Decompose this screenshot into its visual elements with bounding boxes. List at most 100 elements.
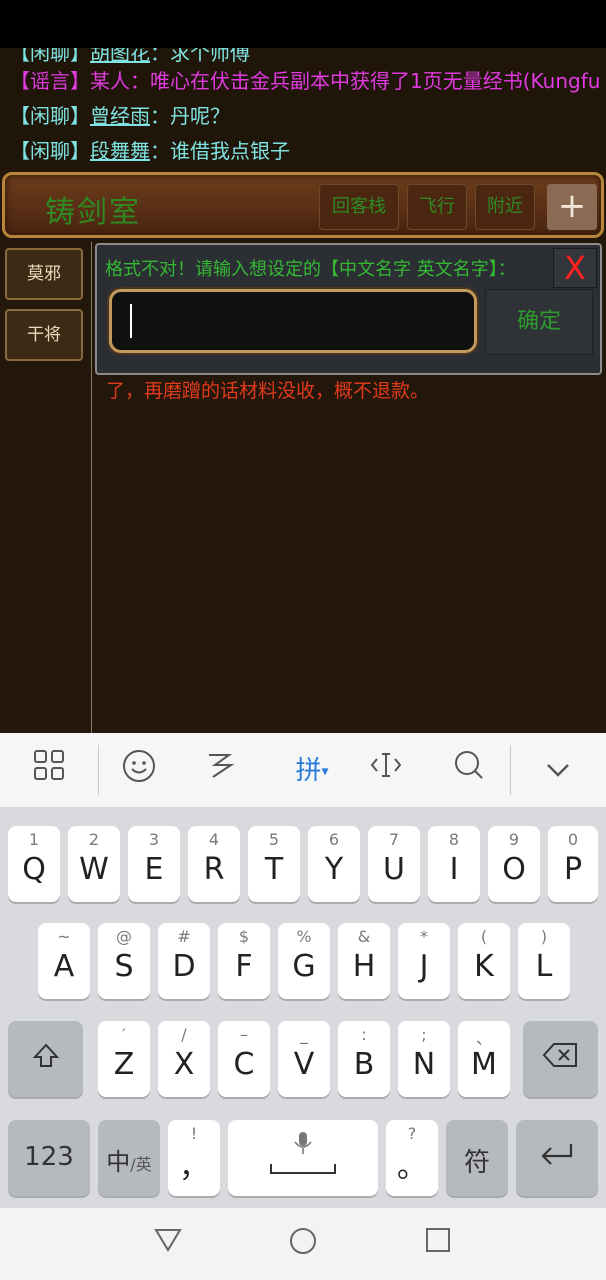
chat-line: 【闲聊】段舞舞：谁借我点银子 bbox=[10, 134, 290, 168]
key-label: B bbox=[353, 1047, 375, 1082]
handwriting-icon[interactable] bbox=[199, 749, 243, 793]
key-k[interactable]: (K bbox=[458, 923, 510, 999]
key-label: A bbox=[53, 949, 75, 984]
key-b[interactable]: :B bbox=[338, 1021, 390, 1097]
key-d[interactable]: # D bbox=[158, 923, 210, 999]
dialog-message: 格式不对！请输入想设定的【中文名字 英文名字】： bbox=[105, 259, 516, 280]
key-label: O bbox=[502, 852, 526, 887]
key-label: Q bbox=[22, 852, 46, 887]
key-x[interactable]: / X bbox=[158, 1021, 210, 1097]
symbol-key[interactable]: 符 bbox=[446, 1120, 508, 1196]
chat-line: 【谣言】某人：唯心在伏击金兵副本中获得了1页无量经书(Kungfu bbox=[10, 64, 600, 98]
collapse-keyboard-icon[interactable] bbox=[536, 749, 580, 793]
toolbar-divider bbox=[98, 745, 99, 795]
space-bar-icon bbox=[270, 1164, 336, 1174]
key-label: K bbox=[474, 949, 494, 984]
key-r[interactable]: 4R bbox=[188, 826, 240, 902]
chat-username[interactable]: 曾经雨 bbox=[90, 104, 150, 128]
chat-log: 【闲聊】 胡图花：求个师傅 【谣言】某人：唯心在伏击金兵副本中获得了1页无量经书(… bbox=[0, 48, 606, 170]
key-hint: 4 bbox=[208, 830, 220, 849]
chat-message: ：求个师傅 bbox=[150, 48, 250, 65]
numbers-key[interactable]: 123 bbox=[8, 1120, 90, 1196]
key-l[interactable]: ) L bbox=[518, 923, 570, 999]
npc-button-ganjiang[interactable]: 干将 bbox=[5, 309, 83, 361]
key-hint: 5 bbox=[268, 830, 280, 849]
language-switch-key[interactable]: 中/英 bbox=[98, 1120, 160, 1196]
nearby-button[interactable]: 附近 bbox=[475, 184, 535, 230]
key-c[interactable]: – C bbox=[218, 1021, 270, 1097]
key-i[interactable]: 8I bbox=[428, 826, 480, 902]
key-label: Z bbox=[113, 1047, 135, 1082]
dropdown-icon: ▾ bbox=[321, 763, 329, 780]
key-m[interactable]: 、 M bbox=[458, 1021, 510, 1097]
key-h[interactable]: & H bbox=[338, 923, 390, 999]
close-button[interactable]: X bbox=[553, 248, 597, 288]
key-hint: _ bbox=[300, 1025, 308, 1044]
search-icon[interactable] bbox=[447, 749, 491, 793]
enter-key[interactable] bbox=[516, 1120, 598, 1196]
home-nav-icon[interactable] bbox=[283, 1226, 323, 1262]
key-z[interactable]: ′ Z bbox=[98, 1021, 150, 1097]
key-hint: ! bbox=[190, 1124, 198, 1143]
key-u[interactable]: 7U bbox=[368, 826, 420, 902]
keyboard-toolbar: 拼▾ bbox=[0, 733, 606, 807]
chat-line: 【闲聊】曾经雨：丹呢？ bbox=[10, 99, 230, 133]
key-q[interactable]: 1Q bbox=[8, 826, 60, 902]
comma-key[interactable]: !， bbox=[168, 1120, 220, 1196]
key-s[interactable]: @ S bbox=[98, 923, 150, 999]
key-hint: 8 bbox=[448, 830, 460, 849]
pinyin-mode-icon[interactable]: 拼▾ bbox=[288, 749, 336, 793]
key-hint: ~ bbox=[57, 927, 71, 946]
shift-key[interactable] bbox=[8, 1021, 83, 1097]
lang-sub-label: /英 bbox=[130, 1155, 152, 1174]
key-hint: 7 bbox=[388, 830, 400, 849]
confirm-button[interactable]: 确定 bbox=[485, 289, 593, 355]
key-j[interactable]: * J bbox=[398, 923, 450, 999]
chat-username[interactable]: 胡图花 bbox=[90, 48, 150, 65]
chat-channel-tag: 【闲聊】 bbox=[10, 104, 90, 128]
key-y[interactable]: 6Y bbox=[308, 826, 360, 902]
room-title: 铸剑室 bbox=[45, 195, 141, 230]
period-key[interactable]: ?。 bbox=[386, 1120, 438, 1196]
key-hint: @ bbox=[116, 927, 132, 946]
cursor-move-icon[interactable] bbox=[364, 749, 408, 793]
key-hint: $ bbox=[238, 927, 250, 946]
emoji-icon[interactable] bbox=[117, 749, 161, 793]
key-g[interactable]: % G bbox=[278, 923, 330, 999]
key-label: C bbox=[233, 1047, 255, 1082]
key-label: ， bbox=[179, 1150, 209, 1185]
recents-nav-icon[interactable] bbox=[418, 1226, 458, 1262]
plus-button[interactable]: + bbox=[547, 184, 597, 230]
key-p[interactable]: 0P bbox=[548, 826, 598, 902]
grid-menu-icon[interactable] bbox=[27, 749, 71, 793]
key-v[interactable]: _ V bbox=[278, 1021, 330, 1097]
key-f[interactable]: $ F bbox=[218, 923, 270, 999]
key-label: 中/英 bbox=[98, 1142, 160, 1177]
backspace-key[interactable] bbox=[523, 1021, 598, 1097]
name-input-frame bbox=[109, 289, 477, 353]
key-a[interactable]: ~ A bbox=[38, 923, 90, 999]
chat-message: ：唯心在伏击金兵副本中获得了1页无量经书(Kungfu bbox=[130, 69, 601, 93]
space-key[interactable] bbox=[228, 1120, 378, 1196]
toolbar-divider bbox=[510, 745, 511, 795]
name-input-dialog: 格式不对！请输入想设定的【中文名字 英文名字】： X 确定 bbox=[95, 243, 602, 375]
key-o[interactable]: 9O bbox=[488, 826, 540, 902]
key-e[interactable]: 3E bbox=[128, 826, 180, 902]
back-nav-icon[interactable] bbox=[148, 1226, 188, 1262]
key-hint: * bbox=[420, 927, 428, 946]
npc-button-moye[interactable]: 莫邪 bbox=[5, 248, 83, 300]
microphone-icon bbox=[292, 1130, 314, 1160]
key-w[interactable]: 2W bbox=[68, 826, 120, 902]
key-label: L bbox=[535, 949, 553, 984]
key-hint: 9 bbox=[508, 830, 520, 849]
key-hint: ; bbox=[421, 1025, 427, 1044]
key-hint: – bbox=[240, 1025, 248, 1044]
fly-button[interactable]: 飞行 bbox=[407, 184, 467, 230]
key-n[interactable]: ; N bbox=[398, 1021, 450, 1097]
name-input[interactable] bbox=[126, 300, 461, 342]
key-label: W bbox=[79, 852, 109, 887]
key-hint: ? bbox=[407, 1124, 417, 1143]
return-inn-button[interactable]: 回客栈 bbox=[319, 184, 399, 230]
chat-username[interactable]: 段舞舞 bbox=[90, 139, 150, 163]
key-t[interactable]: 5T bbox=[248, 826, 300, 902]
